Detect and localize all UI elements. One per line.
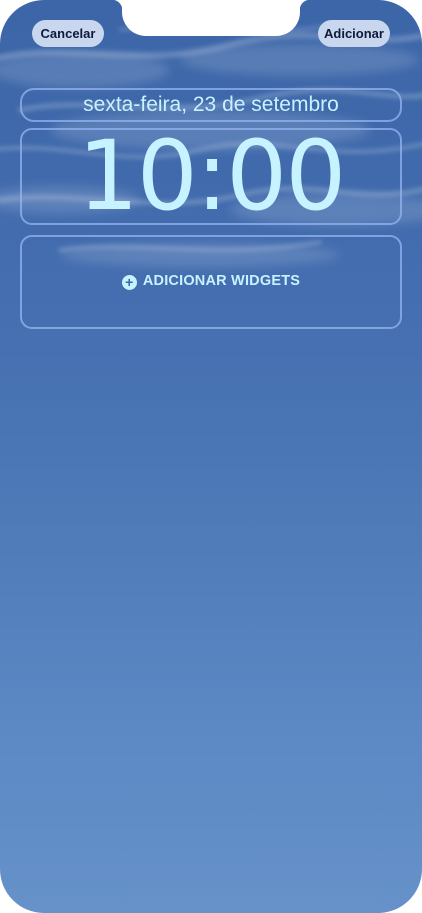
add-widgets-row: + ADICIONAR WIDGETS: [22, 273, 400, 290]
clock-time: 10:00: [77, 120, 347, 232]
clock-widget[interactable]: 10:00: [20, 128, 402, 225]
add-widgets-label: ADICIONAR WIDGETS: [142, 273, 301, 289]
add-widgets-button[interactable]: + ADICIONAR WIDGETS: [20, 235, 402, 329]
date-label: sexta-feira, 23 de setembro: [83, 93, 339, 116]
cancel-button[interactable]: Cancelar: [32, 20, 104, 47]
plus-circle-icon: +: [121, 275, 137, 290]
add-button[interactable]: Adicionar: [318, 20, 390, 47]
date-widget[interactable]: sexta-feira, 23 de setembro: [20, 88, 402, 122]
device-notch: [112, 0, 310, 36]
lock-screen-editor: Cancelar Adicionar sexta-feira, 23 de se…: [0, 0, 422, 913]
